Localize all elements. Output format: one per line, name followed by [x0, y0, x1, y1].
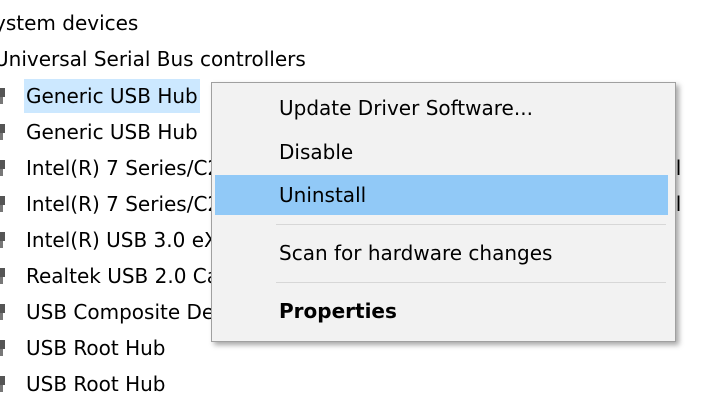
usb-plug-icon — [0, 160, 5, 176]
menu-separator — [276, 282, 666, 283]
context-menu: Update Driver Software... Disable Uninst… — [211, 82, 676, 342]
usb-plug-icon — [0, 304, 5, 320]
menu-item-uninstall[interactable]: Uninstall — [215, 175, 668, 215]
menu-item-properties[interactable]: Properties — [215, 291, 668, 331]
usb-plug-icon — [0, 340, 5, 356]
tree-item-label: USB Root Hub — [26, 336, 166, 360]
menu-item-disable[interactable]: Disable — [215, 132, 668, 172]
usb-plug-icon — [0, 196, 5, 212]
menu-item-scan-hardware[interactable]: Scan for hardware changes — [215, 233, 668, 273]
menu-item-label: Update Driver Software... — [279, 96, 533, 120]
usb-plug-icon — [0, 88, 5, 104]
usb-plug-icon — [0, 232, 5, 248]
menu-separator — [276, 224, 666, 225]
tree-item-label: USB Root Hub — [26, 372, 166, 396]
menu-item-label: Disable — [279, 140, 354, 164]
menu-item-label: Scan for hardware changes — [279, 241, 553, 265]
menu-item-label: Properties — [279, 299, 397, 323]
usb-plug-icon — [0, 376, 5, 392]
menu-item-label: Uninstall — [279, 183, 367, 207]
tree-item-label: Generic USB Hub — [24, 79, 200, 113]
usb-plug-icon — [0, 268, 5, 284]
tree-item-label: Generic USB Hub — [26, 120, 198, 144]
usb-plug-icon — [0, 124, 5, 140]
menu-item-update-driver[interactable]: Update Driver Software... — [215, 88, 668, 128]
